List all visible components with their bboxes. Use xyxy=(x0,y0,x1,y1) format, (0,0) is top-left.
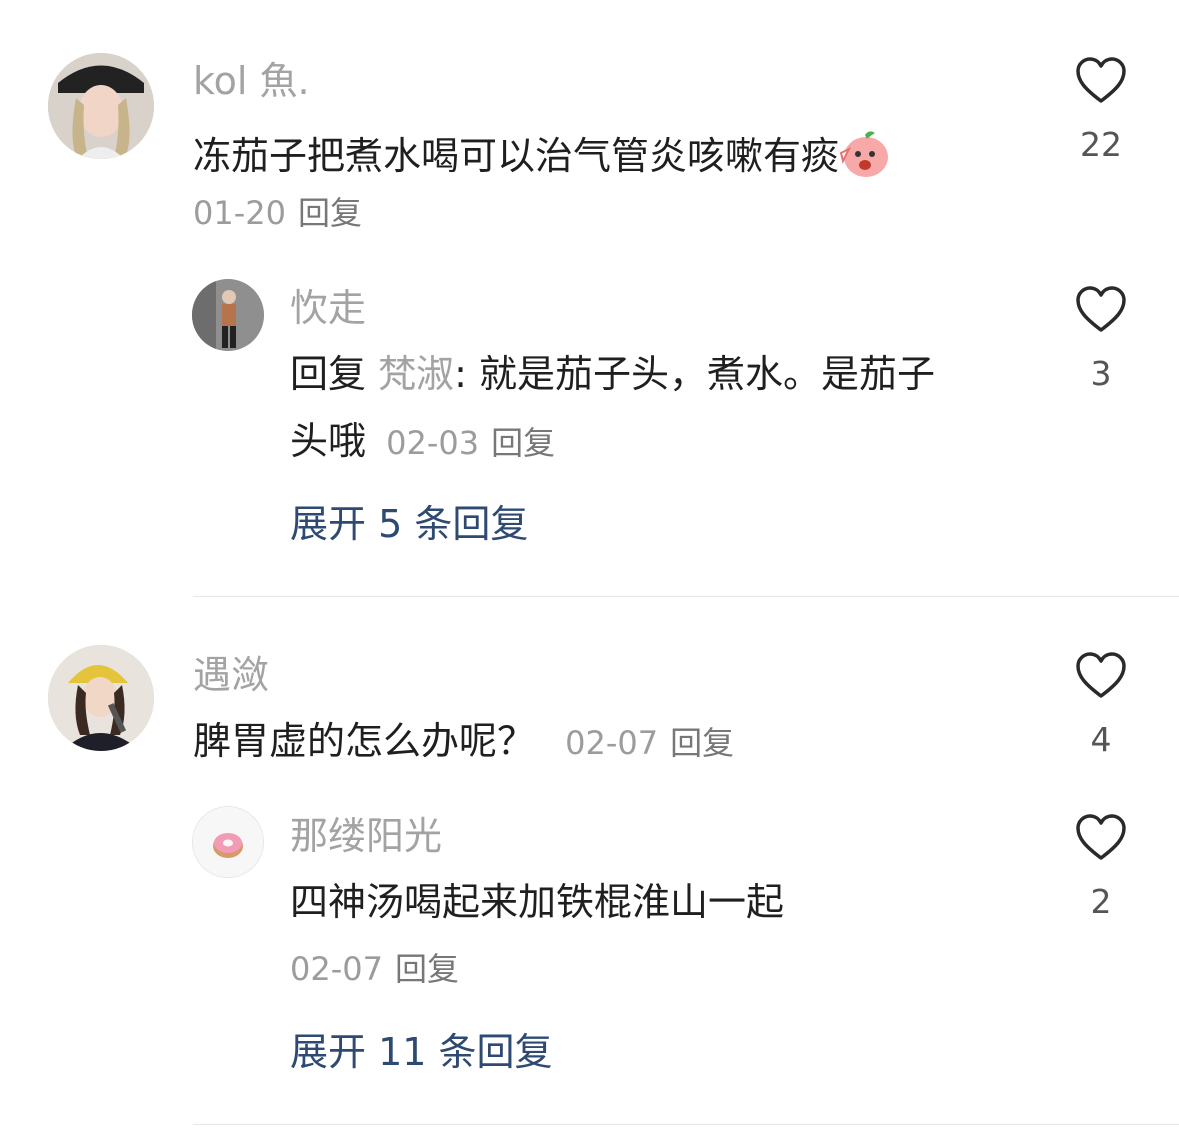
reply-button[interactable]: 回复 xyxy=(670,724,734,762)
heart-icon[interactable] xyxy=(1075,814,1127,862)
comment-meta: 02-07 回复 xyxy=(565,724,734,762)
reply-date: 02-03 xyxy=(386,424,480,462)
divider xyxy=(193,596,1179,597)
comment-text: 脾胃虚的怎么办呢？ 02-07 回复 xyxy=(193,722,734,760)
like-count: 2 xyxy=(1090,882,1112,921)
reply-body-cont: 头哦 xyxy=(290,419,367,463)
comment-text: 冻茄子把煮水喝可以治气管炎咳嗽有痰 xyxy=(193,127,891,179)
mentioned-user[interactable]: 梵淑 xyxy=(378,352,454,396)
avatar[interactable] xyxy=(48,645,154,751)
avatar-photo xyxy=(48,645,154,751)
comment-meta: 01-20 回复 xyxy=(193,197,362,229)
face-emoji-icon xyxy=(839,127,891,179)
heart-icon[interactable] xyxy=(1075,57,1127,105)
reply-button[interactable]: 回复 xyxy=(395,950,459,988)
divider xyxy=(193,1124,1179,1125)
reply-username[interactable]: 忺走 xyxy=(290,289,366,327)
avatar-photo xyxy=(192,279,264,351)
reply-meta: 02-07 回复 xyxy=(290,953,459,985)
avatar[interactable] xyxy=(48,53,154,159)
reply-button[interactable]: 回复 xyxy=(491,424,555,462)
comment-body: 脾胃虚的怎么办呢？ xyxy=(193,719,536,763)
donut-icon xyxy=(193,807,263,877)
reply-body: : 就是茄子头，煮水。是茄子 xyxy=(454,352,936,396)
reply-text-line2: 头哦 02-03 回复 xyxy=(290,422,555,460)
like-count: 4 xyxy=(1090,720,1112,759)
reply-meta: 02-03 回复 xyxy=(386,424,555,462)
like-count: 22 xyxy=(1080,125,1122,164)
heart-icon[interactable] xyxy=(1075,286,1127,334)
comment-date: 02-07 xyxy=(565,724,659,762)
comment-body: 冻茄子把煮水喝可以治气管炎咳嗽有痰 xyxy=(193,134,840,178)
reply-button[interactable]: 回复 xyxy=(298,194,362,232)
reply-text-line1: 回复 梵淑: 就是茄子头，煮水。是茄子 xyxy=(290,355,935,393)
heart-icon[interactable] xyxy=(1075,652,1127,700)
expand-replies-link[interactable]: 展开 11 条回复 xyxy=(290,1033,553,1071)
comment-username[interactable]: 遇潋 xyxy=(193,656,269,694)
avatar[interactable] xyxy=(192,806,264,878)
reply-date: 02-07 xyxy=(290,950,383,988)
reply-prefix: 回复 xyxy=(290,352,367,396)
comment-username[interactable]: kol 魚. xyxy=(193,62,310,100)
reply-text: 四神汤喝起来加铁棍淮山一起 xyxy=(290,880,785,924)
reply-username[interactable]: 那缕阳光 xyxy=(290,817,442,855)
avatar[interactable] xyxy=(192,279,264,351)
like-count: 3 xyxy=(1090,354,1112,393)
comment-date: 01-20 xyxy=(193,194,286,232)
avatar-photo xyxy=(48,53,154,159)
expand-replies-link[interactable]: 展开 5 条回复 xyxy=(290,505,528,543)
